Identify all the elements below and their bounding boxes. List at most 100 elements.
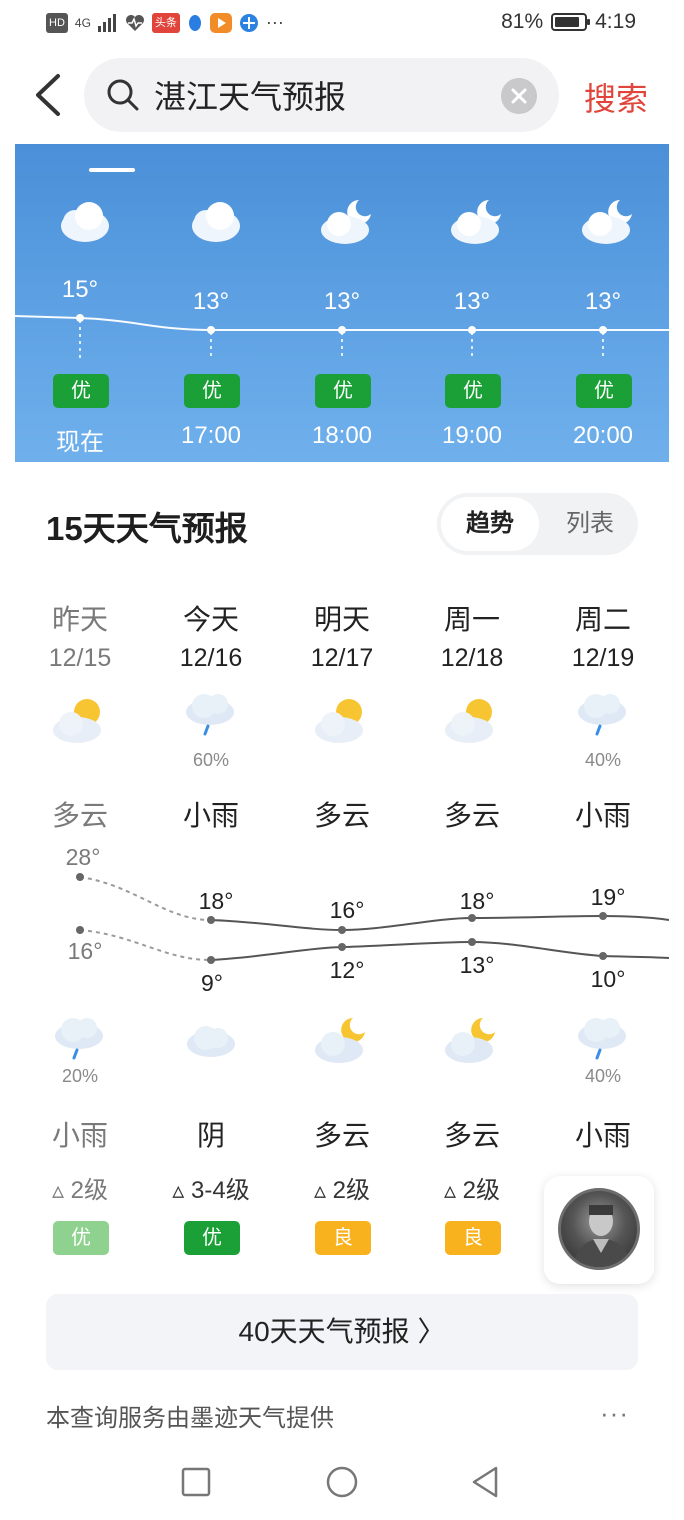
hour-item[interactable]: 13° 优 18:00 <box>277 144 407 462</box>
floating-assistant-button[interactable] <box>544 1176 654 1284</box>
view-toggle: 趋势 列表 <box>437 493 638 555</box>
cloud-moon-icon <box>582 200 632 244</box>
wind-level: ▵ 3-4级 <box>172 1177 250 1204</box>
cloud-moon-icon <box>451 200 501 244</box>
high-temp-label: 18° <box>459 888 495 914</box>
day-condition: 小雨 <box>182 800 239 831</box>
hour-item[interactable]: 13° 优 19:00 <box>407 144 537 462</box>
cloud-rain-icon <box>578 694 626 736</box>
home-icon[interactable] <box>322 1462 362 1502</box>
battery-percent: 81% <box>501 10 544 33</box>
clock: 4:19 <box>595 10 636 33</box>
hour-temp: 15° <box>61 276 99 303</box>
more-notifications: ··· <box>265 12 284 32</box>
aqi-badge: 优 <box>184 374 240 408</box>
hour-item[interactable]: 15° 优 现在 <box>15 144 145 462</box>
partly-cloudy-icon <box>445 699 493 743</box>
back-arrow-icon[interactable] <box>30 70 70 120</box>
wind-icon: ▵ <box>172 1177 192 1204</box>
day-condition: 多云 <box>51 800 108 831</box>
video-app-icon <box>209 12 232 33</box>
aqi-badge: 优 <box>445 374 501 408</box>
browser-app-icon <box>239 13 258 32</box>
app-notify-icon <box>188 14 201 31</box>
more-options-icon[interactable]: ··· <box>600 1398 629 1429</box>
trend-toggle[interactable]: 趋势 <box>441 497 539 551</box>
hour-time: 20:00 <box>572 422 634 449</box>
low-temp-label: 9° <box>201 970 223 996</box>
status-bar: HD 4G 头条 ··· 81% 4:19 <box>0 0 684 48</box>
battery-icon <box>551 13 591 31</box>
hourly-forecast-card: 15° 优 现在 13° 优 17:00 13° 优 18:00 13° 优 1… <box>15 144 669 462</box>
day-condition: 多云 <box>443 800 500 831</box>
day-name: 明天 <box>313 604 370 635</box>
wind-level: ▵ 2级 <box>313 1177 371 1204</box>
night-precip: 40% <box>584 1066 622 1086</box>
low-temp-label: 10° <box>590 966 626 992</box>
day-date: 12/18 <box>440 644 504 672</box>
wind-level: ▵ 2级 <box>443 1177 501 1204</box>
day-name: 周二 <box>574 604 631 635</box>
overcast-icon <box>187 1026 235 1057</box>
cloud-rain-icon <box>55 1018 103 1060</box>
list-toggle[interactable]: 列表 <box>545 497 635 551</box>
day-name: 今天 <box>182 604 239 635</box>
night-condition: 小雨 <box>574 1120 631 1151</box>
hour-item[interactable]: 13° 优 17:00 <box>146 144 276 462</box>
day-date: 12/15 <box>48 644 112 672</box>
toutiao-badge: 头条 <box>151 12 180 33</box>
forty-day-forecast-button[interactable]: 40天天气预报 〉 <box>46 1294 638 1370</box>
partly-cloudy-icon <box>53 699 101 743</box>
hour-item[interactable]: 13° 优 20:00 <box>538 144 668 462</box>
aqi-badge: 良 <box>445 1221 501 1255</box>
hour-temp: 13° <box>192 288 230 315</box>
wind-icon: ▵ <box>51 1177 71 1204</box>
search-input[interactable] <box>154 72 484 118</box>
cloud-moon-icon <box>315 1018 365 1063</box>
high-temp-label: 19° <box>590 884 626 910</box>
night-precip: 20% <box>61 1066 99 1086</box>
status-left: HD 4G 头条 ··· <box>46 12 284 33</box>
portrait-image <box>572 1205 632 1267</box>
status-right: 81% 4:19 <box>501 10 636 34</box>
high-temp-label: 18° <box>198 888 234 914</box>
cloud-moon-icon <box>445 1018 495 1063</box>
cloud-rain-icon <box>186 694 234 736</box>
high-temp-label: 28° <box>65 844 101 870</box>
low-temp-label: 13° <box>459 952 495 978</box>
day-date: 12/17 <box>310 644 374 672</box>
day-condition: 多云 <box>313 800 370 831</box>
search-button[interactable]: 搜索 <box>584 74 648 120</box>
search-icon <box>107 79 139 111</box>
hour-temp: 13° <box>584 288 622 315</box>
aqi-badge: 优 <box>184 1221 240 1255</box>
aqi-badge: 优 <box>315 374 371 408</box>
temperature-trend-chart: 28° 18° 16° 18° 19° 16° 9° 12° 13° 10° <box>15 840 670 1000</box>
search-header: 搜索 <box>0 48 684 144</box>
high-temp-label: 16° <box>329 897 365 923</box>
cloud-moon-icon <box>321 200 371 244</box>
partly-cloudy-icon <box>315 699 363 743</box>
clear-icon[interactable] <box>501 78 537 114</box>
hour-temp: 13° <box>453 288 491 315</box>
day-date: 12/16 <box>179 644 243 672</box>
day-name: 昨天 <box>51 604 108 635</box>
back-icon[interactable] <box>466 1462 506 1502</box>
day-precip: 40% <box>584 750 622 770</box>
day-condition: 小雨 <box>574 800 631 831</box>
hour-time: 18:00 <box>311 422 373 449</box>
search-box[interactable] <box>84 58 559 132</box>
low-temp-label: 12° <box>329 957 365 983</box>
network-type: 4G <box>74 15 91 30</box>
cloud-rain-icon <box>578 1018 626 1060</box>
recent-apps-icon[interactable] <box>176 1462 216 1502</box>
night-condition: 多云 <box>443 1120 500 1151</box>
hour-time: 17:00 <box>180 422 242 449</box>
night-condition: 小雨 <box>51 1120 108 1151</box>
aqi-badge: 优 <box>53 1221 109 1255</box>
night-condition: 阴 <box>196 1120 225 1151</box>
hour-time: 19:00 <box>441 422 503 449</box>
heart-rate-icon <box>125 14 144 31</box>
hour-time: 现在 <box>56 429 104 456</box>
cloud-icon <box>61 202 109 242</box>
